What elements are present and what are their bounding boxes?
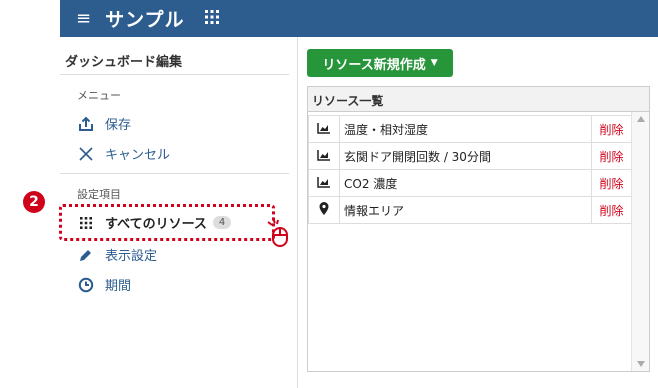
table-row[interactable]: 温度・相対湿度 削除 — [308, 115, 632, 143]
sidebar-title: ダッシュボード編集 — [65, 55, 183, 70]
cancel-label: キャンセル — [105, 148, 171, 163]
scroll-up-icon[interactable] — [637, 116, 645, 122]
scrollbar[interactable] — [631, 112, 649, 371]
resource-name: 玄関ドア開閉回数 / 30分間 — [339, 142, 592, 170]
delete-link[interactable]: 削除 — [591, 196, 632, 224]
area-chart-icon — [308, 142, 340, 170]
divider — [60, 173, 289, 174]
table-row[interactable]: CO2 濃度 削除 — [308, 169, 632, 197]
table-row[interactable]: 玄関ドア開閉回数 / 30分間 削除 — [308, 142, 632, 170]
save-button[interactable]: 保存 — [76, 114, 131, 133]
menu-section-label: メニュー — [77, 89, 121, 102]
resource-name: 情報エリア — [339, 196, 592, 224]
pencil-icon — [76, 248, 96, 262]
main-area: リソース新規作成 ▼ リソース一覧 温度・相対湿度 削除 玄関ドア開閉回数 / … — [299, 37, 658, 388]
top-bar: ≡ サンプル — [60, 0, 658, 37]
display-settings-label: 表示設定 — [105, 249, 158, 264]
sidebar-item-period[interactable]: 期間 — [76, 275, 131, 294]
save-label: 保存 — [105, 118, 132, 133]
highlight-box — [59, 204, 275, 241]
area-chart-icon — [308, 169, 340, 197]
hamburger-icon[interactable]: ≡ — [76, 8, 91, 29]
settings-section-label: 設定項目 — [77, 188, 121, 201]
new-resource-button[interactable]: リソース新規作成 ▼ — [307, 49, 453, 77]
step-number-badge: 2 — [23, 191, 45, 213]
new-resource-label: リソース新規作成 — [322, 57, 426, 73]
resource-name: CO2 濃度 — [339, 169, 592, 197]
delete-link[interactable]: 削除 — [591, 169, 632, 197]
map-marker-icon — [308, 196, 340, 224]
upload-icon — [76, 116, 96, 132]
delete-link[interactable]: 削除 — [591, 115, 632, 143]
scroll-down-icon[interactable] — [637, 361, 645, 367]
divider — [60, 74, 289, 75]
clock-icon — [76, 277, 96, 293]
area-chart-icon — [308, 115, 340, 143]
cancel-button[interactable]: キャンセル — [76, 144, 170, 163]
app-title: サンプル — [105, 9, 185, 31]
mouse-click-icon — [266, 218, 292, 252]
period-label: 期間 — [105, 279, 132, 294]
resource-list-panel: リソース一覧 温度・相対湿度 削除 玄関ドア開閉回数 / 30分間 削除 CO2… — [307, 86, 650, 372]
caret-down-icon: ▼ — [430, 58, 438, 68]
table-row[interactable]: 情報エリア 削除 — [308, 196, 632, 224]
resource-table: 温度・相対湿度 削除 玄関ドア開閉回数 / 30分間 削除 CO2 濃度 削除 — [308, 115, 632, 224]
delete-link[interactable]: 削除 — [591, 142, 632, 170]
resource-name: 温度・相対湿度 — [339, 115, 592, 143]
sidebar-item-display-settings[interactable]: 表示設定 — [76, 245, 157, 264]
resource-list-title: リソース一覧 — [308, 87, 649, 112]
close-icon — [76, 146, 96, 161]
grid-icon[interactable] — [204, 9, 219, 28]
